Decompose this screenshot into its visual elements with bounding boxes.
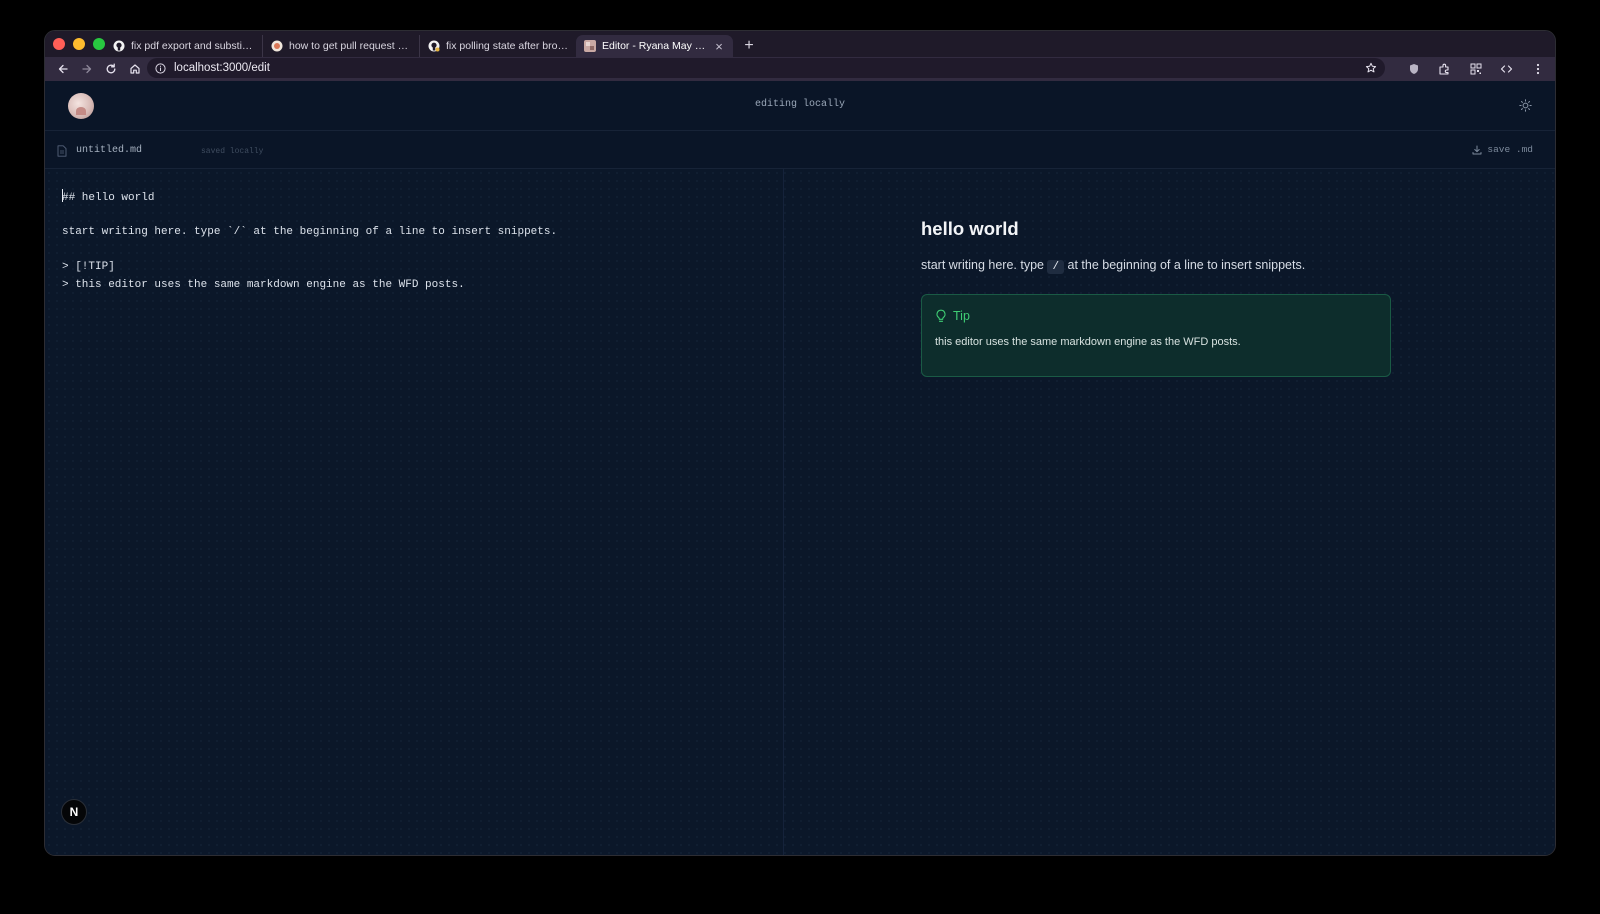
editor-line: > this editor uses the same markdown eng… (62, 278, 465, 291)
extension-toolbar (1400, 58, 1551, 80)
tip-callout: Tip this editor uses the same markdown e… (921, 294, 1391, 377)
lightbulb-icon (936, 309, 946, 322)
tab-pdf-export[interactable]: fix pdf export and substitutio (105, 35, 262, 57)
code-icon (1500, 65, 1513, 73)
minimize-window-button[interactable] (73, 38, 85, 50)
tab-title: Editor - Ryana May Que (602, 40, 707, 52)
maximize-window-button[interactable] (93, 38, 105, 50)
save-md-button[interactable]: save .md (1472, 144, 1533, 155)
preview-heading: hello world (921, 218, 1019, 239)
editor-line: start writing here. type `/` at the begi… (62, 226, 558, 238)
tab-title: how to get pull request revie (289, 40, 411, 52)
extensions-button[interactable] (1431, 58, 1458, 80)
tab-title: fix pdf export and substitutio (131, 40, 254, 52)
new-tab-button[interactable]: + (737, 35, 761, 57)
qr-code-button[interactable] (1462, 58, 1489, 80)
tip-title: Tip (953, 309, 970, 323)
page-content: editing locally untitled.md saved locall… (45, 81, 1555, 855)
tip-header: Tip (935, 309, 970, 323)
devtools-button[interactable] (1493, 58, 1520, 80)
preview-paragraph: start writing here. type / at the beginn… (921, 258, 1306, 274)
bookmark-star-icon[interactable] (1365, 62, 1377, 74)
close-tab-icon[interactable]: × (713, 39, 725, 54)
markdown-editor[interactable]: ## hello world start writing here. type … (45, 169, 784, 855)
editor-line: > [!TIP] (62, 261, 115, 273)
site-favicon (584, 40, 596, 52)
sun-icon (1518, 98, 1532, 112)
home-button[interactable] (123, 58, 147, 80)
address-bar[interactable]: localhost:3000/edit (147, 58, 1385, 78)
back-button[interactable] (51, 58, 75, 80)
tip-text: this editor uses the same markdown engin… (935, 336, 1241, 348)
site-header: editing locally (45, 81, 1555, 131)
theme-toggle-button[interactable] (1517, 97, 1533, 113)
window-controls (53, 38, 105, 50)
editor-line: ## hello world (62, 189, 766, 207)
save-status: saved locally (201, 147, 264, 156)
inline-code: / (1047, 260, 1065, 274)
site-info-icon[interactable] (155, 62, 166, 74)
browser-menu-button[interactable] (1524, 58, 1551, 80)
url-text[interactable]: localhost:3000/edit (174, 62, 1357, 74)
file-bar: untitled.md saved locally save .md (45, 131, 1555, 169)
close-window-button[interactable] (53, 38, 65, 50)
page-title: editing locally (754, 99, 845, 110)
reload-button[interactable] (99, 58, 123, 80)
more-vertical-icon (1536, 63, 1539, 75)
home-icon (130, 64, 140, 74)
shield-extension-button[interactable] (1400, 58, 1427, 80)
save-md-label: save .md (1487, 144, 1533, 155)
tab-pull-request-review[interactable]: how to get pull request revie (262, 35, 419, 57)
download-icon (1472, 145, 1482, 154)
reload-icon (106, 63, 116, 74)
arrow-left-icon (58, 64, 68, 74)
tab-list: fix pdf export and substitutio how to ge… (105, 33, 761, 57)
github-icon (113, 40, 125, 52)
arrow-right-icon (82, 64, 92, 74)
forward-button[interactable] (75, 58, 99, 80)
file-name[interactable]: untitled.md (76, 145, 142, 156)
tab-strip: fix pdf export and substitutio how to ge… (45, 31, 1555, 57)
file-icon (57, 145, 67, 157)
puzzle-icon (1439, 63, 1449, 75)
browser-window: fix pdf export and substitutio how to ge… (44, 30, 1556, 856)
tab-polling-state[interactable]: fix polling state after broadc (419, 35, 576, 57)
qr-code-icon (1470, 63, 1481, 75)
github-icon (428, 40, 440, 52)
ai-assistant-icon (271, 40, 283, 52)
shield-icon (1409, 64, 1418, 74)
nextjs-dev-badge[interactable]: N (61, 799, 87, 825)
browser-toolbar: localhost:3000/edit (45, 57, 1555, 81)
tab-editor[interactable]: Editor - Ryana May Que × (576, 35, 733, 57)
tab-title: fix polling state after broadc (446, 40, 568, 52)
